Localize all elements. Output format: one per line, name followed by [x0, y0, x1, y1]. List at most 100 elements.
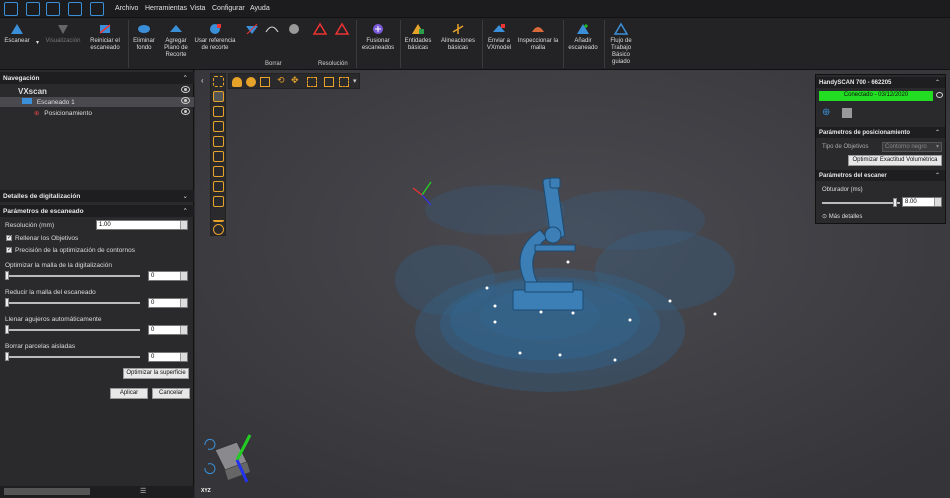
- spinner-icon[interactable]: [934, 198, 941, 206]
- slider-handle[interactable]: [5, 271, 9, 280]
- menu-herramientas[interactable]: Herramientas: [145, 5, 187, 12]
- collapse-panel-icon[interactable]: ‹: [201, 76, 204, 85]
- spinner-icon[interactable]: [180, 353, 187, 361]
- menu-archivo[interactable]: Archivo: [115, 5, 138, 12]
- eye-icon[interactable]: [936, 92, 943, 98]
- delete-isolated-button[interactable]: [264, 22, 279, 38]
- expand-icon[interactable]: ⌄: [183, 192, 188, 200]
- slider-handle[interactable]: [893, 198, 897, 207]
- collapse-icon[interactable]: ⌃: [183, 74, 188, 82]
- collapse-icon[interactable]: ⌃: [183, 207, 188, 215]
- new-file-icon[interactable]: [26, 2, 40, 16]
- remove-patches-slider[interactable]: [5, 352, 140, 361]
- resolution-up-button[interactable]: [312, 22, 328, 38]
- reduce-mesh-input[interactable]: 0: [148, 298, 188, 308]
- delete-points-button[interactable]: [286, 22, 300, 38]
- target-type-select[interactable]: Contorno negro ▾: [882, 142, 942, 152]
- spinner-icon[interactable]: [180, 299, 187, 307]
- tree-item-scan1[interactable]: Escaneado 1: [0, 97, 194, 107]
- cancel-button[interactable]: Cancelar: [152, 388, 190, 399]
- plane-select-icon[interactable]: [213, 166, 224, 177]
- zoom-window-icon[interactable]: [339, 77, 349, 87]
- reduce-mesh-slider[interactable]: [5, 298, 140, 307]
- chevron-down-icon[interactable]: ▾: [353, 77, 363, 87]
- tree-root[interactable]: VXscan: [0, 86, 194, 96]
- eye-icon[interactable]: [181, 97, 190, 104]
- scanner-header[interactable]: HandySCAN 700 - 662205 ⌃: [816, 77, 945, 88]
- zoom-fit-icon[interactable]: [307, 77, 317, 87]
- rotate-icon[interactable]: ⟲: [277, 75, 287, 85]
- horizontal-scrollbar[interactable]: [4, 488, 90, 495]
- shape-select-icon[interactable]: [213, 196, 224, 207]
- view-mode-icon[interactable]: [232, 77, 242, 87]
- basic-alignments-button[interactable]: Alineaciones básicas: [438, 22, 478, 52]
- visualization-button[interactable]: Visualización: [45, 22, 81, 45]
- save-as-icon[interactable]: [90, 2, 104, 16]
- slider-handle[interactable]: [5, 352, 9, 361]
- perspective-icon[interactable]: [260, 77, 270, 87]
- workflow-button[interactable]: Flujo de Trabajo Básico guiado: [606, 22, 636, 66]
- optimize-mesh-slider[interactable]: [5, 271, 140, 280]
- optimize-surface-button[interactable]: Optimizar la superficie: [123, 368, 189, 379]
- spinner-icon[interactable]: [180, 221, 187, 229]
- delete-selection-button[interactable]: [244, 22, 258, 38]
- optimize-volumetric-button[interactable]: Optimizar Exactitud Volumétrica: [848, 155, 942, 166]
- positioning-params-header[interactable]: Parámetros de posicionamiento ⌃: [816, 127, 945, 138]
- save-icon[interactable]: [68, 2, 82, 16]
- resolution-down-button[interactable]: [334, 22, 350, 38]
- shutter-slider[interactable]: [822, 198, 900, 207]
- apply-button[interactable]: Aplicar: [110, 388, 148, 399]
- home-icon[interactable]: [4, 2, 18, 16]
- lasso-select-icon[interactable]: [213, 106, 224, 117]
- slider-handle[interactable]: [5, 325, 9, 334]
- surface-select-icon[interactable]: [213, 136, 224, 147]
- resolution-input[interactable]: 1.00: [96, 220, 188, 230]
- open-file-icon[interactable]: [46, 2, 60, 16]
- more-details-toggle[interactable]: ⊙ Más detalles: [822, 213, 862, 220]
- fill-holes-input[interactable]: 0: [148, 325, 188, 335]
- freehand-select-icon[interactable]: [213, 91, 224, 102]
- polygon-select-icon[interactable]: [213, 121, 224, 132]
- curve-select-icon[interactable]: [213, 181, 224, 192]
- merge-scans-button[interactable]: Fusionar escaneados: [360, 22, 396, 52]
- menu-ayuda[interactable]: Ayuda: [250, 5, 270, 12]
- inspect-mesh-button[interactable]: Inspeccionar la malla: [516, 22, 560, 52]
- rectangle-select-icon[interactable]: [213, 76, 224, 87]
- use-clip-reference-button[interactable]: Usar referencia de recorte: [194, 22, 236, 52]
- collapse-icon[interactable]: ⌃: [935, 79, 940, 86]
- navigation-header[interactable]: Navegación ⌃: [0, 72, 194, 84]
- add-clip-plane-button[interactable]: Agregar Plano de Recorte: [160, 22, 192, 59]
- scan-params-header[interactable]: Parámetros de escaneado ⌃: [0, 205, 194, 217]
- slider-handle[interactable]: [5, 298, 9, 307]
- scanner-mode-icon[interactable]: [842, 108, 852, 118]
- collapse-icon[interactable]: ⌃: [935, 172, 940, 179]
- brush-select-icon[interactable]: [213, 151, 224, 162]
- pan-icon[interactable]: ✥: [291, 75, 301, 85]
- basic-entities-button[interactable]: Entidades básicas: [402, 22, 434, 52]
- scanner-params-header[interactable]: Parámetros del escaner ⌃: [816, 170, 945, 181]
- shutter-input[interactable]: 8.00: [902, 197, 942, 207]
- details-header[interactable]: Detalles de digitalización ⌄: [0, 190, 194, 202]
- menu-vista[interactable]: Vista: [190, 5, 205, 12]
- zoom-selection-icon[interactable]: [324, 77, 334, 87]
- menu-configurar[interactable]: Configurar: [212, 5, 245, 12]
- fill-targets-checkbox[interactable]: [6, 234, 12, 241]
- remove-background-button[interactable]: Eliminar fondo: [130, 22, 158, 52]
- positioning-mode-icon[interactable]: ⊕: [822, 107, 836, 119]
- triangle-select-icon[interactable]: [213, 211, 224, 222]
- shading-icon[interactable]: [246, 77, 256, 87]
- fill-holes-slider[interactable]: [5, 325, 140, 334]
- contour-precision-checkbox[interactable]: [6, 246, 12, 253]
- send-vxmodel-button[interactable]: Enviar a VXmodel: [484, 22, 514, 52]
- optimize-mesh-input[interactable]: 0: [148, 271, 188, 281]
- tree-item-positioning[interactable]: ⊕ Posicionamiento: [0, 108, 194, 118]
- remove-patches-input[interactable]: 0: [148, 352, 188, 362]
- spinner-icon[interactable]: [180, 326, 187, 334]
- collapse-icon[interactable]: ⌃: [935, 129, 940, 136]
- scan-button[interactable]: Escanear: [2, 22, 32, 45]
- spinner-icon[interactable]: [180, 272, 187, 280]
- list-icon[interactable]: ☰: [140, 487, 146, 495]
- reset-scan-button[interactable]: Reiniciar el escaneado: [86, 22, 124, 52]
- eye-icon[interactable]: [181, 86, 190, 93]
- scan-dropdown-icon[interactable]: ▾: [35, 40, 40, 47]
